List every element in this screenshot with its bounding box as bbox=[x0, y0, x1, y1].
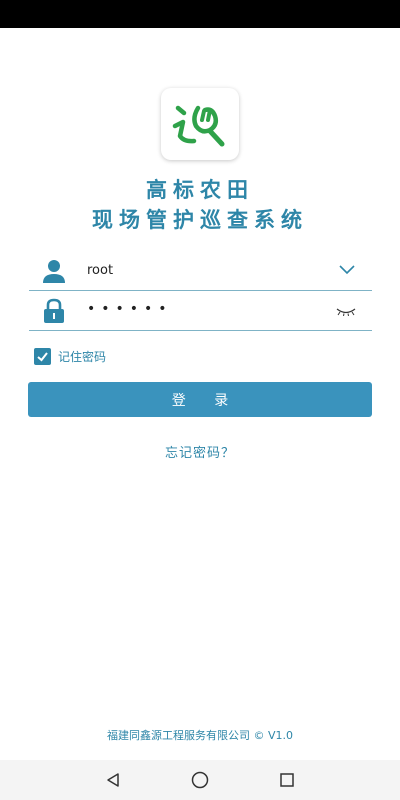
app-title-line1: 高标农田 bbox=[146, 178, 254, 202]
password-value[interactable]: •••••• bbox=[87, 301, 173, 317]
app-logo bbox=[161, 88, 239, 160]
status-bar bbox=[0, 0, 400, 28]
patrol-logo-icon bbox=[172, 105, 225, 147]
eye-closed-icon[interactable] bbox=[336, 306, 356, 316]
app-title-line2: 现场管护巡查系统 bbox=[92, 208, 308, 232]
user-icon bbox=[43, 260, 65, 283]
username-field[interactable]: root bbox=[29, 252, 372, 291]
login-button[interactable]: 登 录 bbox=[28, 382, 372, 417]
forgot-password-link[interactable]: 忘记密码？ bbox=[0, 442, 400, 461]
chevron-down-icon[interactable] bbox=[338, 264, 356, 276]
remember-checkbox[interactable] bbox=[34, 347, 51, 365]
check-icon bbox=[37, 351, 48, 361]
nav-recents-button[interactable] bbox=[275, 768, 299, 792]
home-circle-icon bbox=[191, 771, 209, 789]
recents-square-icon bbox=[279, 773, 294, 787]
username-value[interactable]: root bbox=[87, 263, 113, 278]
copyright-footer: 福建同鑫源工程服务有限公司 © V1.0 bbox=[106, 729, 293, 742]
lock-icon bbox=[44, 298, 64, 323]
back-triangle-icon bbox=[107, 773, 120, 787]
android-nav-bar bbox=[0, 760, 400, 800]
nav-back-button[interactable] bbox=[101, 768, 125, 792]
password-field[interactable]: •••••• bbox=[29, 292, 372, 331]
remember-label: 记住密码 bbox=[58, 349, 107, 364]
remember-password[interactable]: 记住密码 bbox=[34, 346, 106, 366]
nav-home-button[interactable] bbox=[188, 768, 212, 792]
